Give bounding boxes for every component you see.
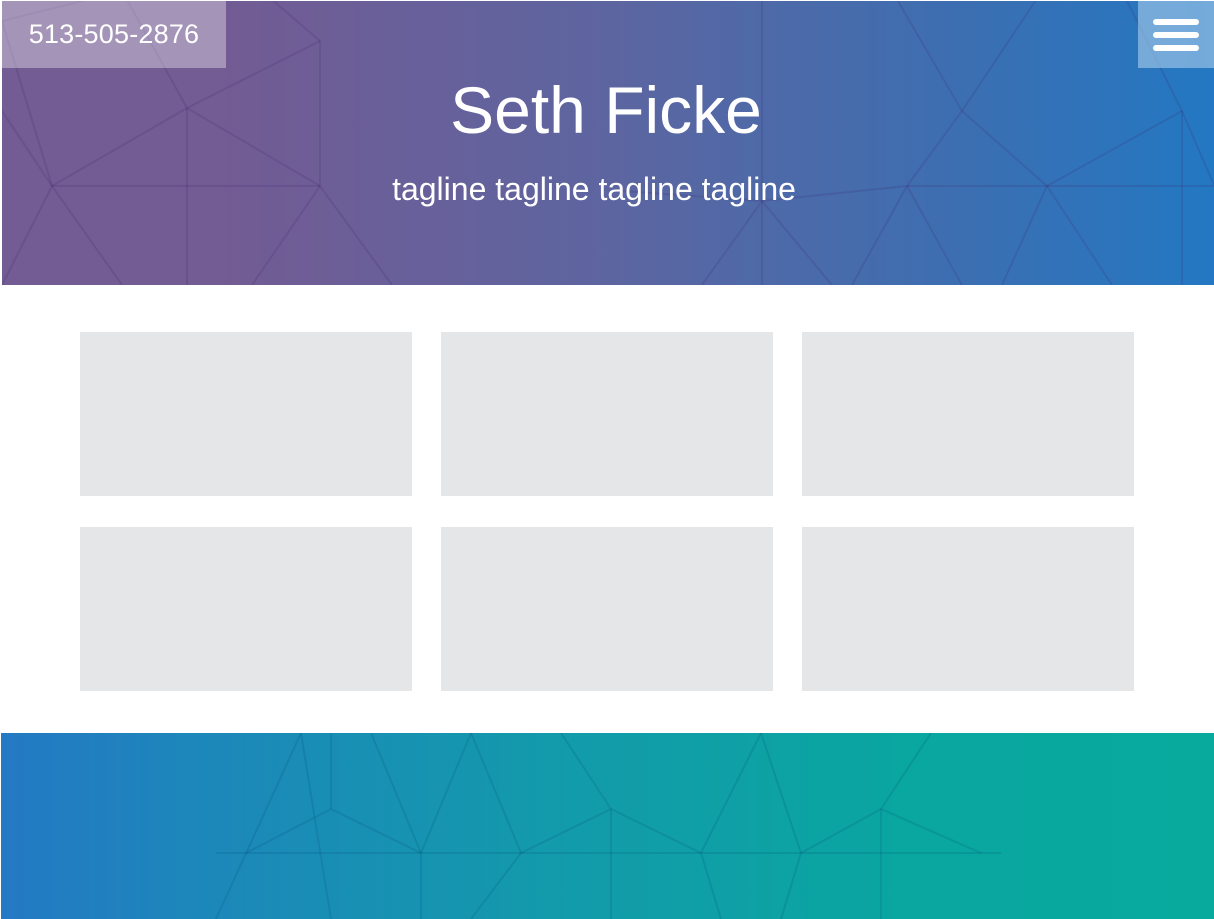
grid-card[interactable] bbox=[441, 332, 773, 496]
menu-button[interactable] bbox=[1138, 1, 1214, 68]
hero-header: 513-505-2876 Seth Ficke tagline tagline … bbox=[2, 1, 1214, 285]
card-grid bbox=[80, 332, 1134, 691]
grid-card[interactable] bbox=[441, 527, 773, 691]
geometric-pattern-background bbox=[215, 733, 1001, 919]
page: 513-505-2876 Seth Ficke tagline tagline … bbox=[0, 0, 1214, 919]
hamburger-menu-icon bbox=[1153, 18, 1199, 51]
grid-card[interactable] bbox=[802, 527, 1134, 691]
site-tagline: tagline tagline tagline tagline bbox=[392, 171, 796, 207]
grid-card[interactable] bbox=[802, 332, 1134, 496]
grid-card[interactable] bbox=[80, 332, 412, 496]
phone-number-link[interactable]: 513-505-2876 bbox=[2, 1, 226, 68]
footer bbox=[1, 733, 1214, 919]
site-title: Seth Ficke bbox=[450, 73, 762, 147]
grid-card[interactable] bbox=[80, 527, 412, 691]
